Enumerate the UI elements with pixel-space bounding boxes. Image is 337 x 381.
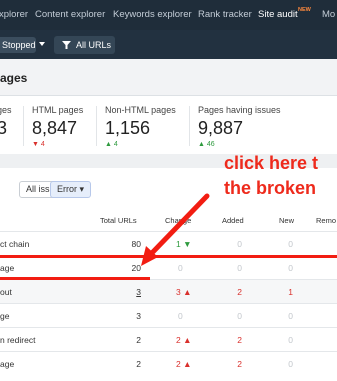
annotation-text-line-1: click here t <box>224 153 319 173</box>
annotation-text-line-2: the broken <box>224 178 317 198</box>
